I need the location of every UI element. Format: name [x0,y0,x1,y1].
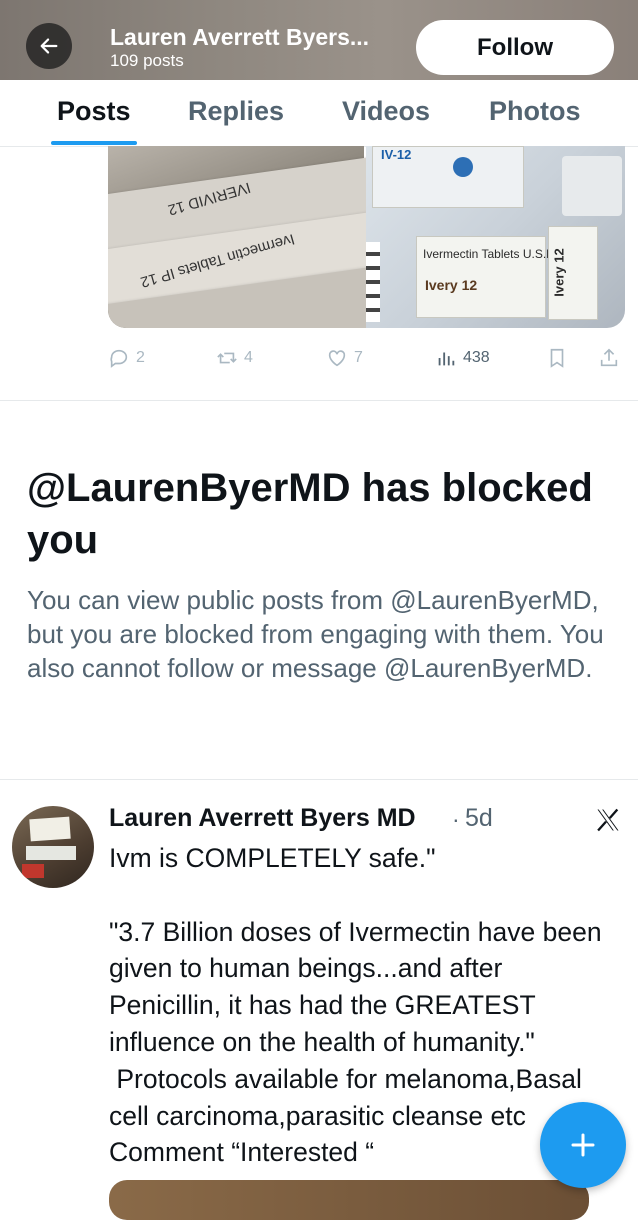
box-label: IV-12 [381,147,412,162]
medicine-box-side: Ivery 12 [548,226,598,320]
media-image-left[interactable]: IVERIVID 12 Ivermectin Tablets IP 12 [108,146,381,328]
active-tab-indicator [51,141,137,145]
views-action[interactable]: 438 [435,347,490,369]
tab-videos[interactable]: Videos [342,96,430,127]
avatar[interactable] [12,806,94,888]
post-count: 109 posts [110,51,184,70]
repost-count: 4 [244,349,253,366]
avatar-detail [22,864,44,878]
tab-posts[interactable]: Posts [57,96,131,127]
share-action[interactable] [598,347,620,369]
box-label: Ivery 12 [425,277,478,293]
views-count: 438 [463,349,490,366]
strip-label: IVERIVID 12 [165,178,253,219]
like-icon [328,350,346,367]
box-label: Ivery 12 [551,248,567,297]
pill-row [366,242,380,322]
avatar-detail [26,846,76,860]
pill-icon [453,157,473,177]
reply-icon [110,349,128,368]
compose-button[interactable] [540,1102,626,1188]
medicine-box: Ivermectin Tablets U.S.P. Ivery 12 [416,236,556,318]
like-action[interactable]: 7 [326,347,363,369]
medicine-box: IV-12 [372,146,524,208]
post-separator: · [452,806,460,832]
tab-replies[interactable]: Replies [188,96,284,127]
box-label: Ivermectin Tablets U.S.P. [423,247,556,261]
back-arrow-icon [40,38,58,54]
profile-tabs: Posts Replies Videos Photos [0,80,638,147]
repost-action[interactable]: 4 [216,347,253,369]
reply-count: 2 [136,349,145,366]
share-icon [600,348,618,367]
x-logo-icon [597,808,619,832]
tab-photos[interactable]: Photos [489,96,581,127]
follow-button[interactable]: Follow [416,20,614,75]
media-image-right[interactable]: IV-12 Ivermectin Tablets U.S.P. Ivery 12… [366,146,625,328]
pill-blister [562,156,622,216]
post-author-name[interactable]: Lauren Averrett Byers MD [109,804,416,833]
post-actions: 2 4 7 438 [0,340,638,376]
profile-name: Lauren Averrett Byers... [110,24,370,50]
profile-header: Lauren Averrett Byers... 109 posts Follo… [0,0,638,80]
divider [0,400,638,401]
like-count: 7 [354,349,363,366]
post-timestamp[interactable]: 5d [465,804,493,833]
repost-icon [217,352,237,364]
blocked-title: @LaurenByerMD has blocked you [27,466,593,562]
bookmark-icon [550,348,564,368]
avatar-detail [29,816,71,842]
blocked-description: You can view public posts from @LaurenBy… [27,585,604,683]
bookmark-action[interactable] [546,347,568,369]
divider [0,779,638,780]
reply-action[interactable]: 2 [108,347,145,369]
views-icon [438,352,455,366]
plus-icon [571,1133,595,1157]
post-media-preview[interactable] [109,1180,589,1220]
post-body: Ivm is COMPLETELY safe." "3.7 Billion do… [109,843,602,1168]
post-media[interactable]: IVERIVID 12 Ivermectin Tablets IP 12 IV-… [108,146,625,328]
back-button[interactable] [26,23,72,69]
